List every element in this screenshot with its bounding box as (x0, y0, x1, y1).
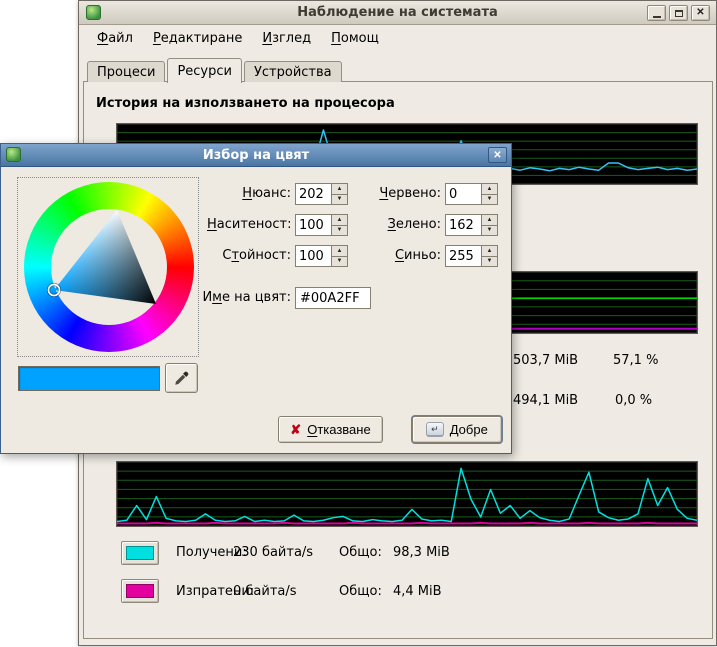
cancel-icon: ✘ (290, 423, 301, 436)
sent-color-swatch (126, 584, 154, 598)
dialog-title: Избор на цвят (1, 144, 511, 167)
spin-up-icon: ▲ (337, 186, 343, 192)
menu-help[interactable]: Помощ (321, 28, 389, 49)
saturation-input[interactable] (295, 214, 331, 236)
sent-total: 4,4 MiB (393, 584, 442, 599)
swap-used-value: 494,1 MiB (513, 393, 578, 408)
cancel-button[interactable]: ✘ Отказване (278, 416, 383, 443)
red-spin-up[interactable]: ▲ (481, 183, 498, 195)
eyedropper-button[interactable] (165, 363, 198, 393)
tab-processes[interactable]: Процеси (87, 61, 165, 82)
value-spin-down[interactable]: ▼ (331, 257, 348, 268)
received-color-swatch (126, 546, 154, 560)
sent-color-button[interactable] (121, 579, 159, 603)
ok-button[interactable]: ↵ Добре (412, 416, 502, 443)
enter-key-icon: ↵ (426, 422, 444, 437)
blue-input[interactable] (445, 245, 481, 267)
green-spin-up[interactable]: ▲ (481, 214, 498, 226)
hue-spin-up[interactable]: ▲ (331, 183, 348, 195)
spin-up-icon: ▲ (337, 217, 343, 223)
tab-resources[interactable]: Ресурси (167, 58, 242, 83)
received-total-label: Общо: (339, 545, 382, 560)
minimize-button[interactable] (647, 5, 666, 21)
sent-total-label: Общо: (339, 584, 382, 599)
color-preview-swatch (18, 366, 160, 391)
green-label: Зелено: (353, 217, 441, 232)
spin-down-icon: ▼ (487, 258, 493, 264)
blue-spin-down[interactable]: ▼ (481, 257, 498, 268)
hue-spinbox: ▲ ▼ (295, 183, 348, 205)
notebook-tabs: Процеси Ресурси Устройства (87, 57, 344, 82)
tab-devices[interactable]: Устройства (244, 61, 342, 82)
spin-up-icon: ▲ (487, 186, 493, 192)
saturation-spinbox: ▲ ▼ (295, 214, 348, 236)
saturation-spin-up[interactable]: ▲ (331, 214, 348, 226)
close-icon: ✕ (493, 150, 501, 161)
red-spin-down[interactable]: ▼ (481, 195, 498, 206)
hsv-triangle[interactable] (18, 178, 200, 358)
memory-used-percent: 57,1 % (613, 353, 658, 368)
screen: Наблюдение на системата ✕ Файл Редактира… (0, 0, 717, 647)
green-input[interactable] (445, 214, 481, 236)
received-total: 98,3 MiB (393, 545, 450, 560)
value-spinbox: ▲ ▼ (295, 245, 348, 267)
eyedropper-icon (173, 369, 191, 387)
red-spinbox: ▲ ▼ (445, 183, 498, 205)
spin-down-icon: ▼ (337, 258, 343, 264)
network-history-chart (116, 461, 698, 527)
menu-edit[interactable]: Редактиране (143, 28, 252, 49)
main-window-title: Наблюдение на системата (79, 1, 716, 25)
dialog-close-button[interactable]: ✕ (488, 147, 507, 163)
dialog-titlebar[interactable]: Избор на цвят ✕ (1, 144, 511, 167)
minimize-icon (653, 16, 661, 18)
swap-used-percent: 0,0 % (615, 393, 652, 408)
spin-up-icon: ▲ (487, 217, 493, 223)
blue-spin-up[interactable]: ▲ (481, 245, 498, 257)
color-chooser-dialog: Избор на цвят ✕ (0, 143, 512, 454)
received-rate: 230 байта/s (233, 545, 313, 560)
spin-down-icon: ▼ (337, 196, 343, 202)
value-input[interactable] (295, 245, 331, 267)
maximize-icon (675, 10, 683, 17)
close-icon: ✕ (696, 8, 704, 18)
blue-spinbox: ▲ ▼ (445, 245, 498, 267)
color-name-label: Име на цвят: (187, 290, 291, 305)
blue-label: Синьо: (353, 248, 441, 263)
saturation-spin-down[interactable]: ▼ (331, 226, 348, 237)
window-controls: ✕ (647, 5, 710, 21)
maximize-button[interactable] (669, 5, 688, 21)
spin-down-icon: ▼ (487, 227, 493, 233)
cpu-history-title: История на използването на процесора (96, 96, 395, 111)
spin-down-icon: ▼ (337, 227, 343, 233)
value-label: Стойност: (207, 248, 291, 263)
hsv-wheel[interactable] (17, 177, 199, 357)
spin-down-icon: ▼ (487, 196, 493, 202)
saturation-label: Наситеност: (207, 217, 291, 232)
red-input[interactable] (445, 183, 481, 205)
value-spin-up[interactable]: ▲ (331, 245, 348, 257)
green-spinbox: ▲ ▼ (445, 214, 498, 236)
hue-input[interactable] (295, 183, 331, 205)
red-label: Червено: (353, 186, 441, 201)
menubar: Файл Редактиране Изглед Помощ (79, 26, 716, 50)
hue-spin-down[interactable]: ▼ (331, 195, 348, 206)
network-chart-canvas (117, 462, 697, 526)
spin-up-icon: ▲ (337, 248, 343, 254)
color-name-input[interactable] (295, 287, 371, 309)
spin-up-icon: ▲ (487, 248, 493, 254)
main-titlebar[interactable]: Наблюдение на системата ✕ (79, 1, 716, 25)
green-spin-down[interactable]: ▼ (481, 226, 498, 237)
hue-label: Нюанс: (207, 186, 291, 201)
close-button[interactable]: ✕ (691, 5, 710, 21)
menu-view[interactable]: Изглед (252, 28, 321, 49)
cancel-button-label: Отказване (307, 422, 371, 437)
memory-used-value: 503,7 MiB (513, 353, 578, 368)
sent-rate: 0 байта/s (233, 584, 297, 599)
ok-button-label: Добре (450, 422, 488, 437)
received-color-button[interactable] (121, 541, 159, 565)
menu-file[interactable]: Файл (87, 28, 143, 49)
